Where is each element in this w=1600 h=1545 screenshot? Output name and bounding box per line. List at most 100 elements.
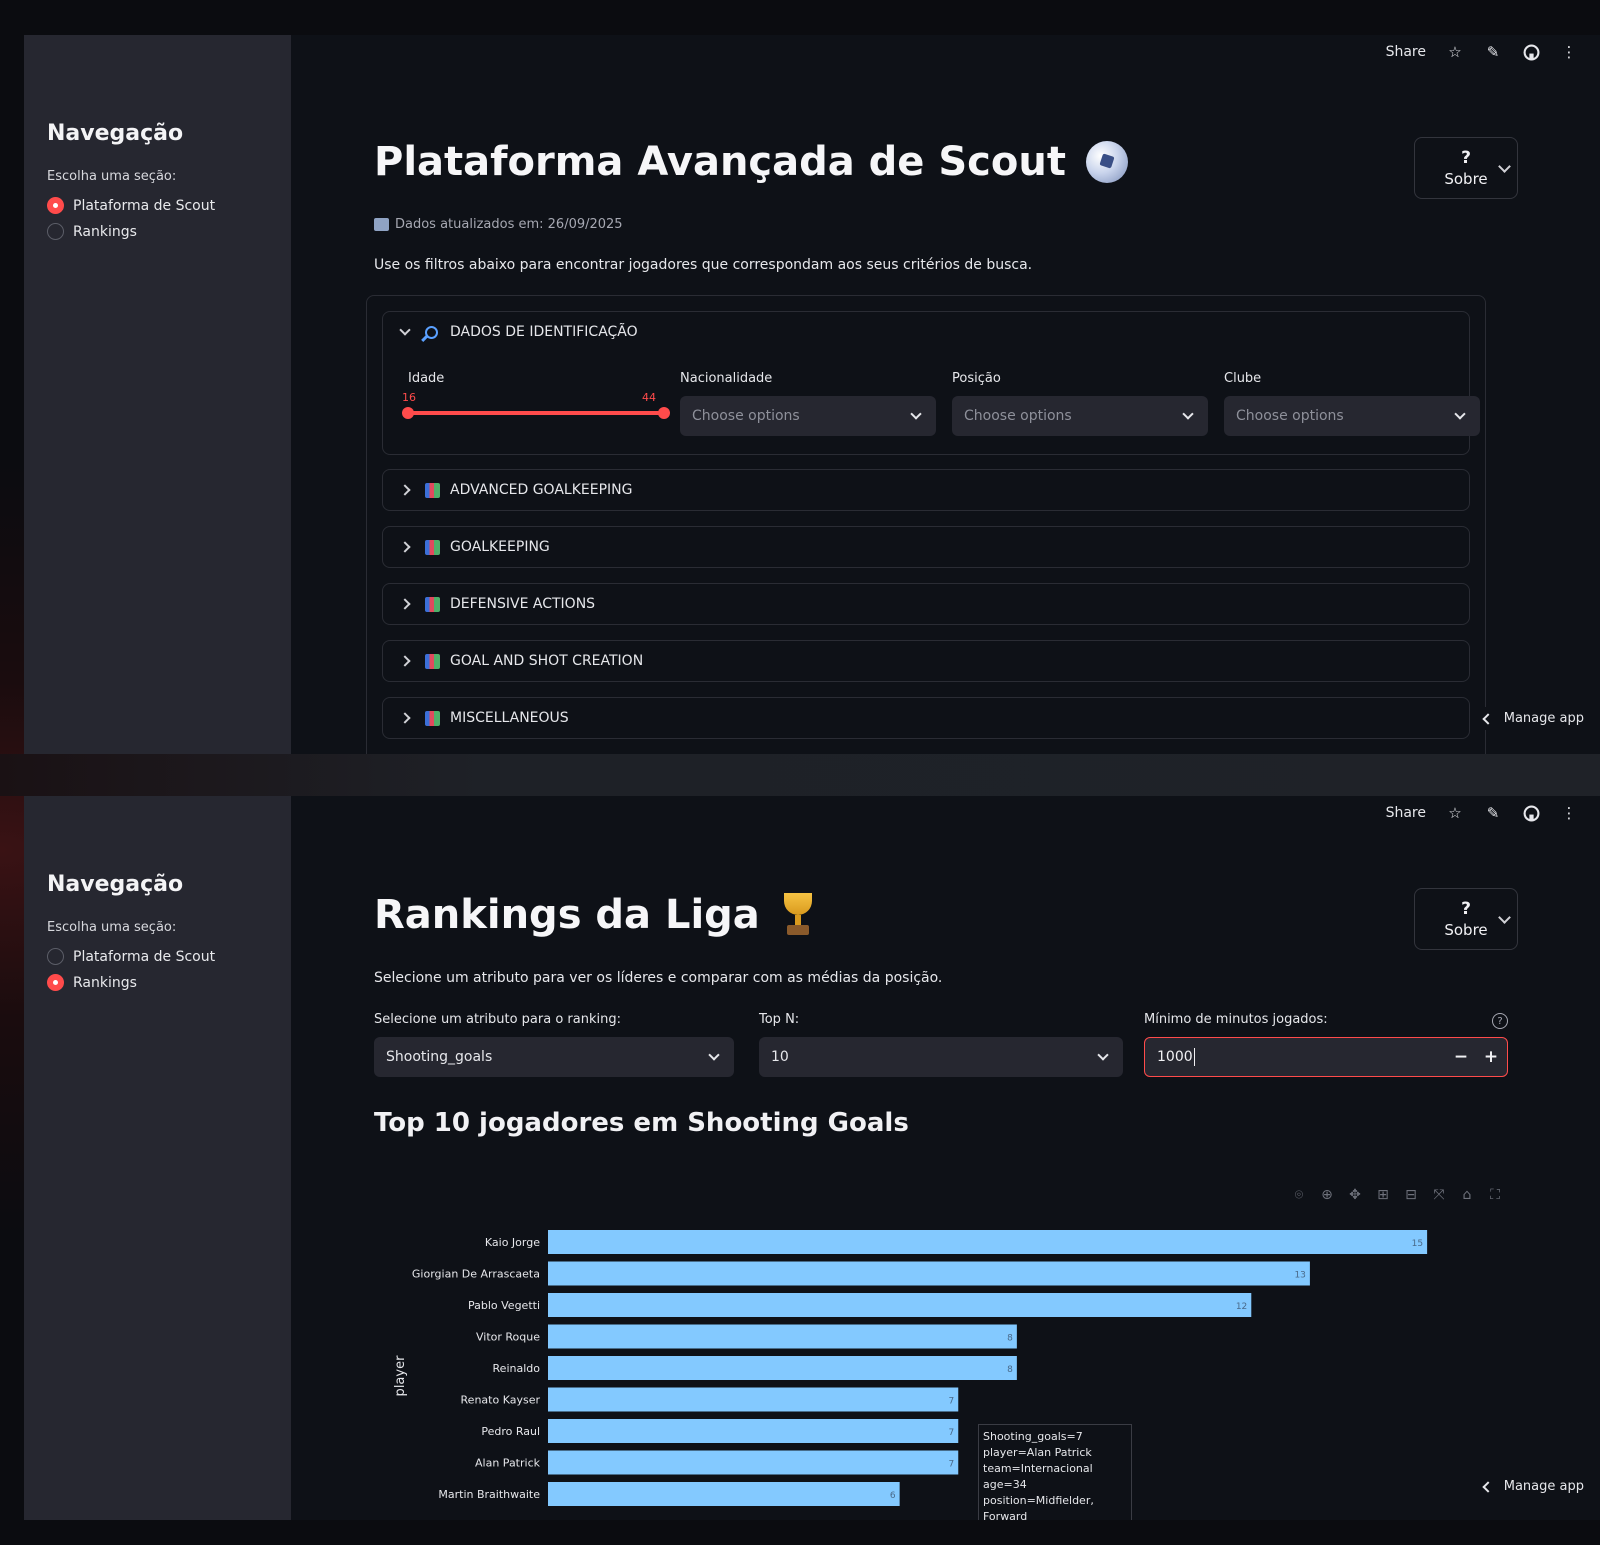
app-toolbar: Share ☆ ✎ ⋮ [1386, 804, 1578, 822]
radio-selected-icon [47, 974, 64, 991]
category-label: Pablo Vegetti [468, 1299, 540, 1312]
age-label: Idade [408, 371, 445, 386]
value-label: 13 [1294, 1271, 1305, 1281]
minutes-value: 1000 [1157, 1049, 1193, 1065]
chevron-right-icon [399, 712, 411, 724]
scout-page-screen: Navegação Escolha uma seção: Plataforma … [24, 35, 1600, 754]
chevron-down-icon [1498, 160, 1511, 173]
topn-label: Top N: [759, 1012, 800, 1027]
position-select[interactable]: Choose options [952, 396, 1208, 436]
age-max-value: 44 [642, 391, 656, 404]
expander-defensive-actions[interactable]: DEFENSIVE ACTIONS [382, 583, 1470, 625]
radio-option-rankings[interactable]: Rankings [47, 223, 137, 240]
expander-header[interactable]: DADOS DE IDENTIFICAÇÃO [383, 312, 1469, 352]
sobre-menu-button[interactable]: ? Sobre [1414, 888, 1518, 950]
radio-option-rankings[interactable]: Rankings [47, 974, 137, 991]
age-slider-min-handle[interactable] [402, 407, 414, 419]
bar[interactable] [548, 1230, 1428, 1254]
github-icon[interactable] [1522, 804, 1540, 822]
expander-goal-shot-creation[interactable]: GOAL AND SHOT CREATION [382, 640, 1470, 682]
value-label: 12 [1236, 1302, 1247, 1312]
star-icon[interactable]: ☆ [1446, 804, 1464, 822]
expander-miscellaneous[interactable]: MISCELLANEOUS [382, 697, 1470, 739]
manage-app-label: Manage app [1503, 711, 1584, 726]
radio-unselected-icon [47, 223, 64, 240]
sobre-menu-button[interactable]: ? Sobre [1414, 137, 1518, 199]
help-circle-icon[interactable]: ? [1492, 1013, 1508, 1029]
minutes-input[interactable]: 1000 − + [1144, 1037, 1508, 1077]
bar[interactable] [548, 1482, 900, 1506]
pencil-icon[interactable]: ✎ [1484, 804, 1502, 822]
screenshot-separator [0, 754, 1600, 796]
home-icon[interactable]: ⌂ [1458, 1186, 1476, 1204]
expander-header[interactable]: ADVANCED GOALKEEPING [383, 470, 1469, 510]
fullscreen-icon[interactable]: ⛶ [1486, 1186, 1504, 1204]
category-label: Kaio Jorge [485, 1236, 540, 1249]
expander-advanced-goalkeeping[interactable]: ADVANCED GOALKEEPING [382, 469, 1470, 511]
nationality-label: Nacionalidade [680, 371, 773, 386]
category-label: Giorgian De Arrascaeta [412, 1268, 540, 1281]
bar[interactable] [548, 1324, 1017, 1349]
category-label: Martin Braithwaite [438, 1488, 540, 1501]
page-description: Selecione um atributo para ver os lídere… [374, 970, 943, 986]
club-select[interactable]: Choose options [1224, 396, 1480, 436]
ranking-bar-chart: Kaio Jorge 15 Giorgian De Arrascaeta 13 Pabl… [393, 1230, 1428, 1506]
chart-hover-tooltip: Shooting_goals=7 player=Alan Patrick tea… [978, 1424, 1132, 1520]
bar-chart-icon [425, 653, 440, 669]
decrement-button[interactable]: − [1451, 1047, 1471, 1067]
expander-goalkeeping[interactable]: GOALKEEPING [382, 526, 1470, 568]
expander-header[interactable]: MISCELLANEOUS [383, 698, 1469, 738]
page-title-text: Plataforma Avançada de Scout [374, 139, 1066, 185]
bar[interactable] [548, 1387, 959, 1412]
zoom-icon[interactable]: ⊕ [1318, 1186, 1336, 1204]
value-label: 8 [1007, 1334, 1013, 1344]
pencil-icon[interactable]: ✎ [1484, 43, 1502, 61]
bar[interactable] [548, 1293, 1252, 1317]
category-label: Alan Patrick [475, 1457, 541, 1470]
page-title: Rankings da Liga [374, 892, 816, 938]
chevron-down-icon [708, 1049, 720, 1061]
bar[interactable] [548, 1450, 959, 1475]
topn-select[interactable]: 10 [759, 1037, 1123, 1077]
magnifier-icon [425, 325, 438, 339]
sobre-label: Sobre [1444, 921, 1488, 939]
zoom-in-icon[interactable]: ⊞ [1374, 1186, 1392, 1204]
expander-header[interactable]: GOALKEEPING [383, 527, 1469, 567]
star-icon[interactable]: ☆ [1446, 43, 1464, 61]
share-button[interactable]: Share [1386, 805, 1426, 821]
bar[interactable] [548, 1356, 1017, 1380]
bar[interactable] [548, 1261, 1310, 1286]
age-min-value: 16 [402, 391, 416, 404]
bar[interactable] [548, 1419, 959, 1443]
attribute-value: Shooting_goals [386, 1049, 493, 1065]
age-slider-max-handle[interactable] [658, 407, 670, 419]
share-button[interactable]: Share [1386, 44, 1426, 60]
value-label: 7 [949, 1397, 955, 1407]
manage-app-button[interactable]: Manage app [1475, 707, 1584, 730]
zoom-out-icon[interactable]: ⊟ [1402, 1186, 1420, 1204]
autoscale-icon[interactable]: ⤧ [1430, 1186, 1448, 1204]
radio-label: Rankings [73, 223, 137, 240]
manage-app-button[interactable]: Manage app [1475, 1475, 1584, 1498]
expander-header[interactable]: DEFENSIVE ACTIONS [383, 584, 1469, 624]
club-label: Clube [1224, 371, 1262, 386]
nationality-select[interactable]: Choose options [680, 396, 936, 436]
age-slider-track[interactable] [408, 411, 664, 415]
more-vert-icon[interactable]: ⋮ [1560, 804, 1578, 822]
value-label: 7 [949, 1428, 955, 1438]
minutes-label: Mínimo de minutos jogados: [1144, 1012, 1328, 1027]
radio-option-scout[interactable]: Plataforma de Scout [47, 948, 215, 965]
sidebar-title: Navegação [47, 121, 184, 146]
pan-icon[interactable]: ✥ [1346, 1186, 1364, 1204]
manage-app-label: Manage app [1503, 1479, 1584, 1494]
attribute-select[interactable]: Shooting_goals [374, 1037, 734, 1077]
camera-icon[interactable]: ⌾ [1290, 1186, 1308, 1204]
more-vert-icon[interactable]: ⋮ [1560, 43, 1578, 61]
radio-option-scout[interactable]: Plataforma de Scout [47, 197, 215, 214]
increment-button[interactable]: + [1481, 1047, 1501, 1067]
tooltip-line: age=34 [983, 1478, 1027, 1491]
github-icon[interactable] [1522, 43, 1540, 61]
app-toolbar: Share ☆ ✎ ⋮ [1386, 43, 1578, 61]
position-label: Posição [952, 371, 1001, 386]
expander-header[interactable]: GOAL AND SHOT CREATION [383, 641, 1469, 681]
